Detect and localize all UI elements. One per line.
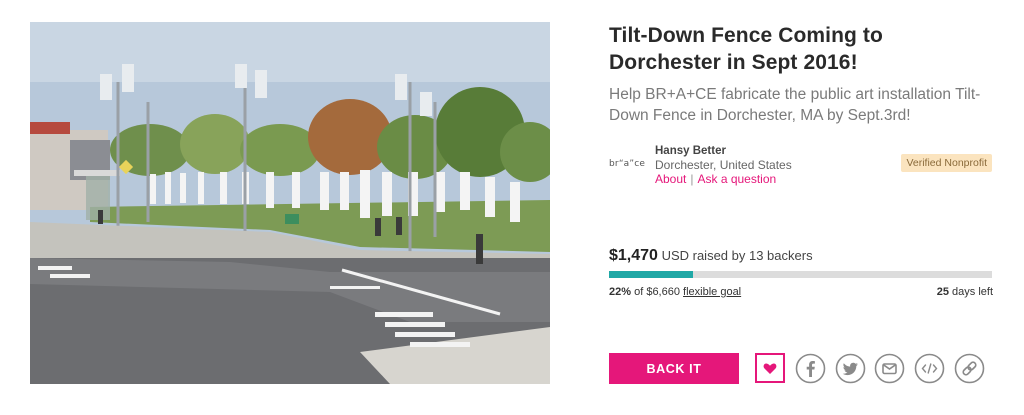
embed-icon — [914, 353, 944, 383]
owner-logo[interactable]: br“a”ce — [609, 159, 645, 169]
goal-amount: of $6,660 — [634, 286, 680, 298]
owner-location: Dorchester, United States — [655, 158, 792, 172]
campaign-image — [30, 22, 550, 384]
owner-info: Hansy Better Dorchester, United States A… — [655, 144, 792, 186]
campaign-details: Tilt-Down Fence Coming to Dorchester in … — [609, 22, 994, 384]
funding-summary: $1,470 USD raised by 13 backers 22% of $… — [609, 247, 993, 300]
link-icon — [954, 353, 984, 383]
twitter-icon — [835, 353, 865, 383]
ask-question-link[interactable]: Ask a question — [697, 172, 776, 186]
action-bar: BACK IT — [609, 352, 993, 386]
raised-text: USD raised by 13 backers — [661, 248, 813, 263]
heart-icon — [755, 353, 785, 383]
progress-bar — [609, 271, 992, 278]
share-facebook-button[interactable] — [794, 352, 826, 384]
days-left: 25 days left — [937, 286, 993, 298]
email-icon — [874, 353, 904, 383]
share-embed-button[interactable] — [913, 352, 945, 384]
about-link[interactable]: About — [655, 172, 686, 186]
campaign-title: Tilt-Down Fence Coming to Dorchester in … — [609, 24, 883, 74]
owner-name: Hansy Better — [655, 145, 726, 157]
copy-link-button[interactable] — [953, 352, 985, 384]
progress-bar-fill — [609, 271, 694, 278]
share-email-button[interactable] — [873, 352, 905, 384]
share-twitter-button[interactable] — [834, 352, 866, 384]
percent-funded: 22% — [609, 286, 632, 298]
owner-links: About | Ask a question — [655, 172, 792, 186]
campaign-owner: br“a”ce Hansy Better Dorchester, United … — [609, 144, 994, 188]
goal-meta: 22% of $6,660 flexible goal 25 days left — [609, 286, 993, 300]
campaign-tagline: Help BR+A+CE fabricate the public art in… — [609, 86, 981, 124]
days-left-count: 25 — [936, 286, 949, 298]
verified-nonprofit-badge: Verified Nonprofit — [901, 154, 992, 172]
link-separator: | — [690, 172, 694, 186]
flexible-goal-link[interactable]: flexible goal — [683, 286, 741, 298]
raised-amount: $1,470 — [609, 247, 658, 264]
back-it-button[interactable]: BACK IT — [609, 353, 739, 384]
days-left-label: days left — [952, 286, 993, 298]
facebook-icon — [795, 353, 825, 383]
follow-heart-button[interactable] — [754, 352, 786, 384]
raised-line: $1,470 USD raised by 13 backers — [609, 247, 993, 265]
